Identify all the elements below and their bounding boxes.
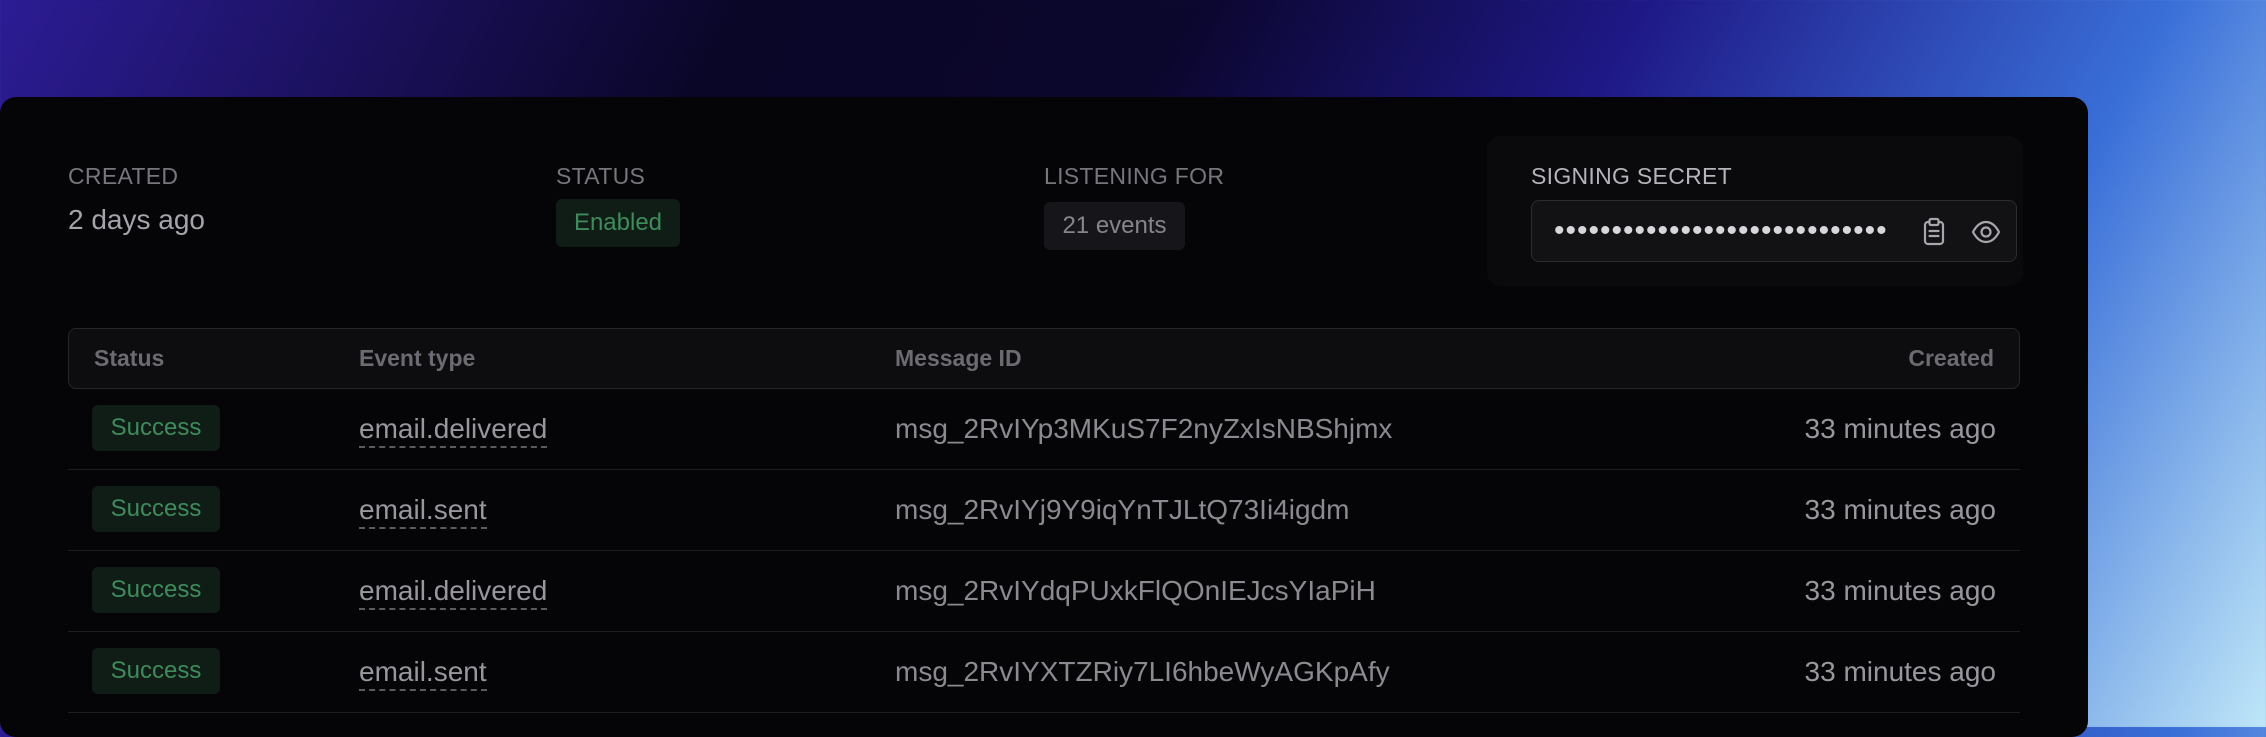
created-time: 33 minutes ago	[1804, 413, 1996, 444]
signing-secret-label: SIGNING SECRET	[1531, 163, 1733, 189]
event-type-link[interactable]: email.delivered	[359, 575, 548, 610]
table-row[interactable]: Success email.sent msg_2RvIYXTZRiy7LI6hb…	[68, 632, 2020, 713]
created-time: 33 minutes ago	[1804, 656, 1996, 687]
message-id: msg_2RvIYp3MKuS7F2nyZxIsNBShjmx	[895, 413, 1393, 444]
signing-secret-field[interactable]: •••••••••••••••••••••••••••••••	[1531, 200, 2017, 262]
status-badge: Success	[92, 405, 220, 451]
status-badge: Success	[92, 486, 220, 532]
event-type-link[interactable]: email.sent	[359, 656, 487, 691]
table-header: Status Event type Message ID Created	[68, 328, 2020, 389]
events-table: Status Event type Message ID Created Suc…	[68, 328, 2020, 713]
table-row[interactable]: Success email.delivered msg_2RvIYp3MKuS7…	[68, 389, 2020, 470]
status-badge: Success	[92, 567, 220, 613]
message-id: msg_2RvIYXTZRiy7LI6hbeWyAGKpAfy	[895, 656, 1390, 687]
column-header-event-type: Event type	[359, 345, 476, 371]
clipboard-icon[interactable]	[1918, 216, 1950, 248]
column-header-message-id: Message ID	[895, 345, 1022, 371]
status-badge: Success	[92, 648, 220, 694]
events-count-badge[interactable]: 21 events	[1044, 202, 1185, 250]
listening-label: LISTENING FOR	[1044, 163, 1225, 189]
eye-icon[interactable]	[1970, 216, 2002, 248]
created-time: 33 minutes ago	[1804, 575, 1996, 606]
status-badge: Enabled	[556, 199, 680, 247]
signing-secret-masked-value: •••••••••••••••••••••••••••••••	[1554, 214, 1888, 247]
column-header-status: Status	[94, 345, 165, 371]
message-id: msg_2RvIYdqPUxkFlQOnIEJcsYIaPiH	[895, 575, 1376, 606]
table-row[interactable]: Success email.sent msg_2RvIYj9Y9iqYnTJLt…	[68, 470, 2020, 551]
created-value: 2 days ago	[68, 204, 205, 235]
event-type-link[interactable]: email.delivered	[359, 413, 548, 448]
created-time: 33 minutes ago	[1804, 494, 1996, 525]
event-type-link[interactable]: email.sent	[359, 494, 487, 529]
status-label: STATUS	[556, 163, 646, 189]
column-header-created: Created	[1908, 345, 1994, 371]
signing-secret-card: SIGNING SECRET •••••••••••••••••••••••••…	[1487, 136, 2023, 286]
message-id: msg_2RvIYj9Y9iqYnTJLtQ73Ii4igdm	[895, 494, 1350, 525]
created-label: CREATED	[68, 163, 179, 189]
table-row[interactable]: Success email.delivered msg_2RvIYdqPUxkF…	[68, 551, 2020, 632]
